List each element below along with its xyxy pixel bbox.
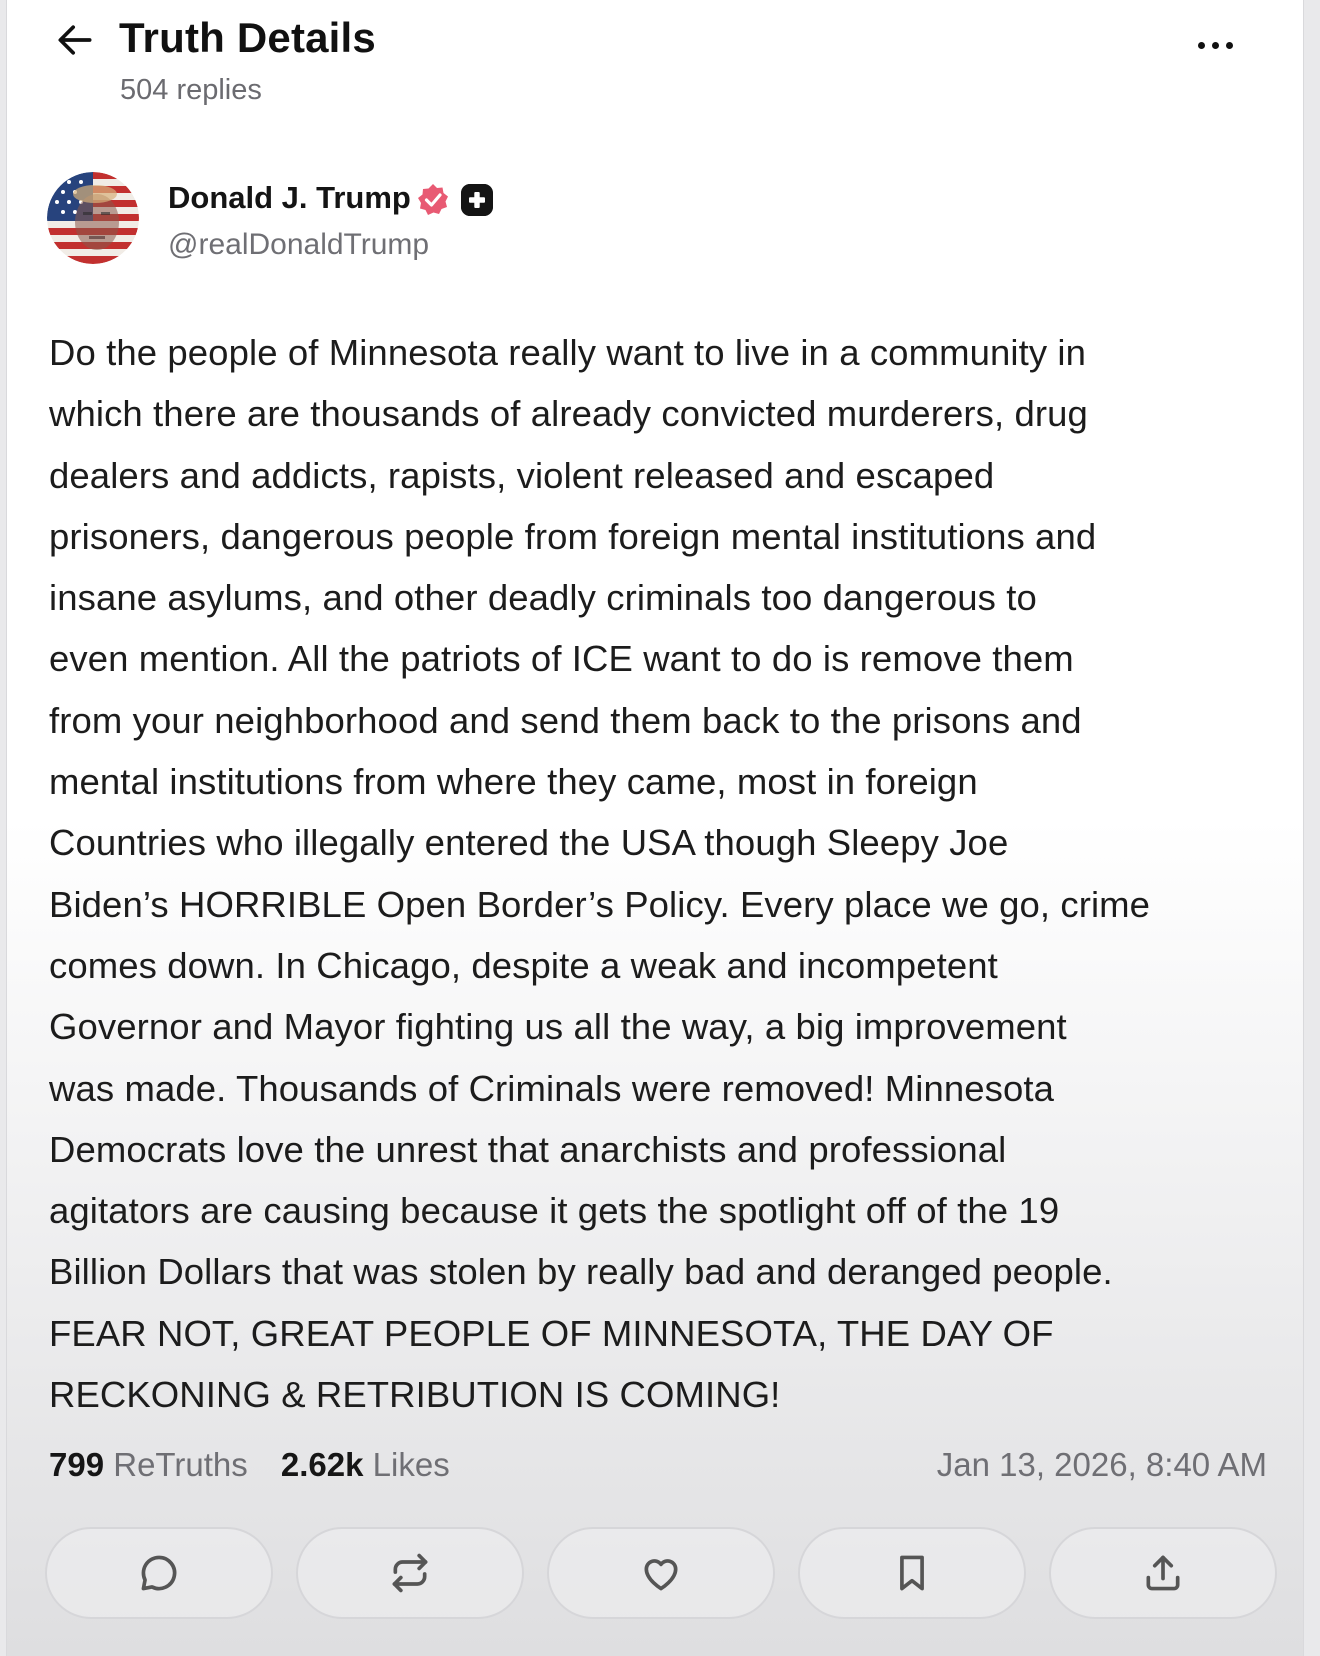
- post-text-line: Do the people of Minnesota really want t…: [49, 332, 1087, 373]
- post-stats: 799 ReTruths 2.62k Likes: [49, 1446, 450, 1484]
- more-options-button[interactable]: [1185, 28, 1245, 62]
- post-text-line: even mention. All the patriots of ICE wa…: [49, 638, 1074, 680]
- retruths-stat[interactable]: 799 ReTruths: [49, 1446, 248, 1483]
- post-text-line: was made. Thousands of Criminals were re…: [49, 1067, 1055, 1109]
- post-text-line: RECKONING & RETRIBUTION IS COMING!: [49, 1374, 781, 1416]
- post-text-line: agitators are causing because it gets th…: [49, 1190, 1060, 1232]
- post-text-line: Countries who illegally entered the USA …: [49, 822, 1009, 864]
- reply-button[interactable]: [45, 1527, 273, 1619]
- avatar[interactable]: [47, 172, 139, 264]
- action-bar: [45, 1527, 1277, 1621]
- verified-badge-icon: [418, 184, 448, 215]
- likes-count: 2.62k: [280, 1446, 364, 1483]
- retruth-icon: [392, 1553, 428, 1593]
- post-text-line: dealers and addicts, rapists, violent re…: [49, 454, 995, 496]
- retruths-label: ReTruths: [113, 1446, 248, 1483]
- post-text-line: Billion Dollars that was stolen by reall…: [49, 1251, 1113, 1293]
- post-text-line: prisoners, dangerous people from foreign…: [49, 515, 1097, 557]
- retruth-button[interactable]: [296, 1527, 524, 1619]
- back-button[interactable]: [51, 16, 99, 64]
- share-icon: [1146, 1555, 1180, 1591]
- like-button[interactable]: [547, 1527, 775, 1619]
- post-text-line: mental institutions from where they came…: [49, 761, 978, 803]
- retruths-count: 799: [49, 1446, 105, 1483]
- truth-details-page: Truth Details 504 replies Donald J. Trum…: [6, 0, 1304, 1656]
- post-text-line: insane asylums, and other deadly crimina…: [49, 577, 1037, 619]
- post-timestamp: Jan 13, 2026, 8:40 AM: [936, 1446, 1267, 1483]
- author-name[interactable]: Donald J. Trump: [168, 180, 411, 216]
- more-dot-icon: [1197, 41, 1205, 49]
- author-handle[interactable]: @realDonaldTrump: [168, 228, 429, 262]
- post-text-line: Democrats love the unrest that anarchist…: [49, 1128, 1007, 1170]
- arrow-left-icon: [58, 25, 92, 55]
- more-dot-icon: [1211, 41, 1219, 49]
- replies-count: 504 replies: [120, 74, 262, 106]
- likes-stat[interactable]: 2.62k Likes: [281, 1446, 450, 1483]
- page-title: Truth Details: [119, 14, 376, 61]
- post-text: Do the people of Minnesota really want t…: [49, 322, 1277, 1425]
- reply-icon: [141, 1555, 177, 1591]
- likes-label: Likes: [372, 1446, 450, 1483]
- post-text-line: which there are thousands of already con…: [49, 393, 1088, 435]
- plus-badge-icon: [461, 184, 493, 216]
- heart-icon: [644, 1559, 678, 1591]
- post-text-line: comes down. In Chicago, despite a weak a…: [49, 944, 998, 986]
- bookmark-icon: [900, 1555, 924, 1591]
- post-text-line: from your neighborhood and send them bac…: [49, 699, 1082, 741]
- avatar-image: [47, 172, 139, 264]
- post-text-line: FEAR NOT, GREAT PEOPLE OF MINNESOTA, THE…: [49, 1312, 1054, 1354]
- page-header: Truth Details 504 replies: [7, 0, 1303, 140]
- share-button[interactable]: [1049, 1527, 1277, 1619]
- post-text-line: Biden’s HORRIBLE Open Border’s Policy. E…: [49, 883, 1151, 925]
- post-text-line: Governor and Mayor fighting us all the w…: [49, 1006, 1067, 1048]
- more-dot-icon: [1225, 41, 1233, 49]
- bookmark-button[interactable]: [798, 1527, 1026, 1619]
